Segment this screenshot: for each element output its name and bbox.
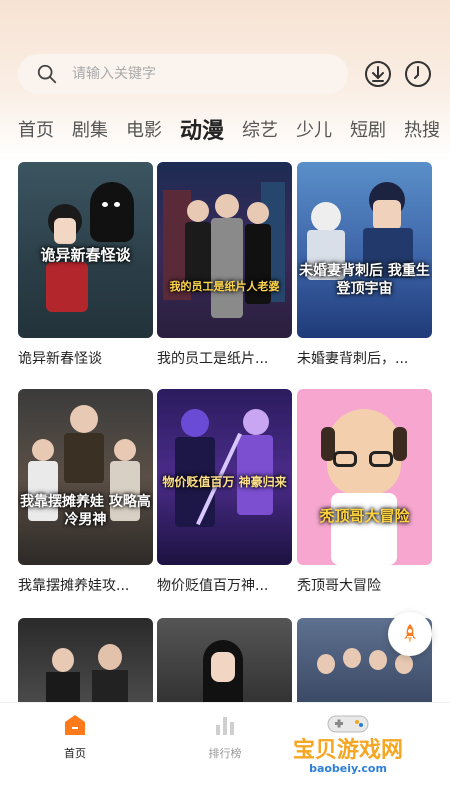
- card-title: 秃顶哥大冒险: [297, 578, 381, 594]
- video-thumbnail[interactable]: 秃顶哥大冒险: [297, 389, 432, 565]
- search-bar[interactable]: [18, 54, 348, 94]
- card-title: 我的员工是纸片...: [157, 351, 269, 367]
- back-to-top-button[interactable]: [388, 612, 432, 656]
- video-thumbnail[interactable]: [18, 618, 153, 702]
- tab-series[interactable]: 剧集: [72, 116, 108, 142]
- search-input[interactable]: [72, 66, 312, 82]
- video-card[interactable]: 我靠摆摊养娃 攻略高冷男神 我靠摆摊养娃攻...: [18, 389, 153, 595]
- tab-anime[interactable]: 动漫: [180, 114, 224, 144]
- thumbnail-art-title: 诡异新春怪谈: [40, 246, 131, 264]
- category-tabs: 首页 剧集 电影 动漫 综艺 少儿 短剧 热搜: [18, 114, 450, 144]
- tab-variety[interactable]: 综艺: [242, 116, 278, 142]
- nav-rank-label: 排行榜: [208, 747, 242, 760]
- tab-home[interactable]: 首页: [18, 116, 54, 142]
- video-thumbnail[interactable]: 物价贬值百万 神豪归来: [157, 389, 292, 565]
- thumbnail-art-title: 未婚妻背刺后 我重生登顶宇宙: [299, 263, 430, 298]
- video-thumbnail[interactable]: [157, 618, 292, 702]
- watermark-url: baobeiy.com: [309, 762, 387, 775]
- thumbnail-art-title: 秃顶哥大冒险: [319, 507, 410, 525]
- nav-rank[interactable]: 排行榜: [185, 713, 265, 761]
- tab-kids[interactable]: 少儿: [296, 116, 332, 142]
- video-thumbnail[interactable]: 未婚妻背刺后 我重生登顶宇宙: [297, 162, 432, 338]
- thumbnail-art-title: 我靠摆摊养娃 攻略高冷男神: [20, 494, 151, 529]
- video-thumbnail[interactable]: 我的员工是纸片人老婆: [157, 162, 292, 338]
- video-card[interactable]: 物价贬值百万 神豪归来 物价贬值百万神...: [157, 389, 292, 595]
- nav-home-label: 首页: [64, 747, 86, 760]
- bar-chart-icon: [216, 717, 234, 735]
- rocket-icon: [404, 624, 416, 643]
- thumbnail-art-title: 我的员工是纸片人老婆: [169, 280, 280, 293]
- card-title: 物价贬值百万神...: [157, 578, 269, 594]
- nav-home[interactable]: 首页: [35, 713, 115, 761]
- home-icon: [65, 715, 85, 735]
- search-icon: [37, 64, 57, 84]
- video-card[interactable]: 秃顶哥大冒险 秃顶哥大冒险: [297, 389, 432, 595]
- video-card[interactable]: 诡异新春怪谈 诡异新春怪谈: [18, 162, 153, 368]
- clock-icon[interactable]: [404, 60, 432, 88]
- thumbnail-art-title: 物价贬值百万 神豪归来: [162, 475, 287, 489]
- tab-short-drama[interactable]: 短剧: [350, 116, 386, 142]
- card-title: 未婚妻背刺后，...: [297, 351, 409, 367]
- video-card[interactable]: 我的员工是纸片人老婆 我的员工是纸片...: [157, 162, 292, 368]
- watermark: 宝贝游戏网 baobeiy.com: [278, 712, 418, 792]
- video-card[interactable]: 未婚妻背刺后 我重生登顶宇宙 未婚妻背刺后，...: [297, 162, 432, 368]
- tab-movie[interactable]: 电影: [126, 116, 162, 142]
- card-title: 我靠摆摊养娃攻...: [18, 578, 130, 594]
- video-card[interactable]: [157, 618, 292, 712]
- video-card[interactable]: [18, 618, 153, 712]
- watermark-text: 宝贝游戏网: [292, 738, 403, 763]
- video-thumbnail[interactable]: 诡异新春怪谈: [18, 162, 153, 338]
- video-thumbnail[interactable]: 我靠摆摊养娃 攻略高冷男神: [18, 389, 153, 565]
- download-icon[interactable]: [364, 60, 392, 88]
- card-title: 诡异新春怪谈: [18, 351, 102, 367]
- tab-trending[interactable]: 热搜: [404, 116, 440, 142]
